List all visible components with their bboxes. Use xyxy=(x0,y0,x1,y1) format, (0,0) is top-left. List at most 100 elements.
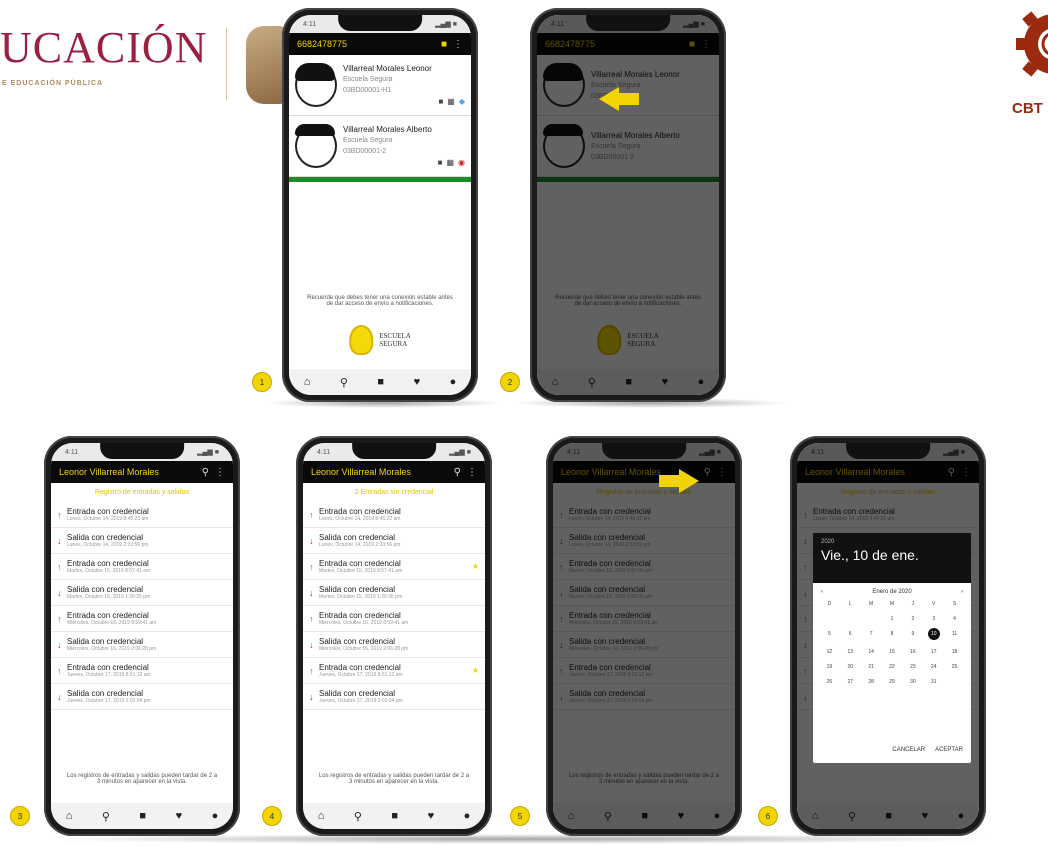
calendar-day[interactable]: 20 xyxy=(840,664,861,670)
record-item[interactable]: ↑ Entrada con credencialMartes, Octubre 1… xyxy=(51,554,233,580)
calendar-day[interactable]: 21 xyxy=(861,664,882,670)
dot-icon[interactable]: ● xyxy=(212,810,219,822)
contact-school: Escuela Segura xyxy=(343,76,393,83)
cbt-logo-text: CBT xyxy=(1012,100,1043,117)
more-icon[interactable]: ⋮ xyxy=(467,467,477,478)
accept-button[interactable]: ACEPTAR xyxy=(935,747,963,753)
record-item[interactable]: ↓ Salida con credencialMartes, Octubre 15… xyxy=(303,580,485,606)
calendar-day[interactable]: 3 xyxy=(923,616,944,622)
calendar-day[interactable]: 16 xyxy=(902,649,923,655)
record-date: Lunes, Octubre 14, 2019 2:33:56 pm xyxy=(67,542,149,548)
home-icon[interactable]: ⌂ xyxy=(318,810,325,822)
calendar-day[interactable]: 11 xyxy=(944,631,965,640)
more-icon[interactable]: ⋮ xyxy=(453,39,463,50)
record-item[interactable]: ↓ Salida con credencialJueves, Octubre 17… xyxy=(303,684,485,710)
record-item[interactable]: ↓ Salida con credencialMartes, Octubre 15… xyxy=(51,580,233,606)
record-item[interactable]: ↑ Entrada con credencialMiércoles, Octubr… xyxy=(303,606,485,632)
calendar-day[interactable]: 31 xyxy=(923,679,944,685)
calendar-day[interactable]: 15 xyxy=(882,649,903,655)
app-icon[interactable]: ■ xyxy=(377,376,384,388)
entry-arrow-icon: ↑ xyxy=(309,613,314,624)
record-label: Salida con credencial xyxy=(67,533,144,542)
entry-arrow-icon: ↑ xyxy=(57,665,62,676)
home-icon[interactable]: ⌂ xyxy=(66,810,73,822)
grid-icon[interactable]: ▦ xyxy=(446,157,454,168)
heart-icon[interactable]: ♥ xyxy=(428,810,435,822)
calendar-day[interactable]: 2 xyxy=(902,616,923,622)
calendar-day[interactable]: 8 xyxy=(882,631,903,640)
record-item[interactable]: ↓ Salida con credencialJueves, Octubre 17… xyxy=(51,684,233,710)
bus-icon[interactable]: ■ xyxy=(438,96,443,107)
app-icon[interactable]: ■ xyxy=(139,810,146,822)
calendar-day[interactable]: 30 xyxy=(902,679,923,685)
search-icon[interactable]: ⚲ xyxy=(202,467,209,478)
record-item[interactable]: ↓ Salida con credencialLunes, Octubre 14,… xyxy=(303,528,485,554)
calendar-grid: D L M M J V S 1 2 3 4 5 6 7 8 9 10 11 12 13 14 15 16 17 18 19 20 21… xyxy=(813,601,971,685)
record-item[interactable]: ↑ Entrada con credencialLunes, Octubre 14… xyxy=(51,502,233,528)
exit-arrow-icon: ↓ xyxy=(309,587,314,598)
record-item[interactable]: ↓ Salida con credencialLunes, Octubre 14,… xyxy=(51,528,233,554)
calendar-day[interactable]: 17 xyxy=(923,649,944,655)
calendar-day[interactable]: 18 xyxy=(944,649,965,655)
date-picker-year[interactable]: 2020 xyxy=(821,539,963,545)
calendar-day[interactable]: 5 xyxy=(819,631,840,640)
contact-item[interactable]: Villarreal Morales Leonor Escuela Segura 0… xyxy=(289,55,471,116)
search-icon[interactable]: ⚲ xyxy=(102,810,110,823)
entry-arrow-icon: ↑ xyxy=(57,561,62,572)
calendar-day[interactable]: 13 xyxy=(840,649,861,655)
contact-item[interactable]: Villarreal Morales Alberto Escuela Segura… xyxy=(289,116,471,177)
record-item[interactable]: ↑ Entrada con credencialMartes, Octubre 1… xyxy=(303,554,485,580)
calendar-day[interactable]: 23 xyxy=(902,664,923,670)
calendar-day[interactable]: 22 xyxy=(882,664,903,670)
calendar-day[interactable]: 29 xyxy=(882,679,903,685)
calendar-day[interactable]: 6 xyxy=(840,631,861,640)
alert-icon[interactable]: ◉ xyxy=(458,157,465,168)
heart-icon[interactable]: ♥ xyxy=(414,376,421,388)
calendar-day[interactable]: 19 xyxy=(819,664,840,670)
bus-icon[interactable]: ■ xyxy=(438,157,443,168)
avatar-girl-icon xyxy=(295,63,337,107)
calendar-day[interactable]: 9 xyxy=(902,631,923,640)
next-month-icon[interactable]: › xyxy=(961,589,963,595)
record-item[interactable]: ↑ Entrada con credencialJueves, Octubre 1… xyxy=(51,658,233,684)
calendar-day[interactable]: 28 xyxy=(861,679,882,685)
search-icon[interactable]: ⚲ xyxy=(340,376,348,389)
calendar-day[interactable]: 24 xyxy=(923,664,944,670)
record-label: Entrada con credencial xyxy=(319,611,401,620)
record-item[interactable]: ↑ Entrada con credencialMiércoles, Octubr… xyxy=(51,606,233,632)
record-item[interactable]: ↓ Salida con credencialMiércoles, Octubre… xyxy=(303,632,485,658)
search-icon[interactable]: ⚲ xyxy=(354,810,362,823)
calendar-day[interactable]: 10 xyxy=(923,628,944,640)
app-icon[interactable]: ■ xyxy=(391,810,398,822)
dot-icon[interactable]: ● xyxy=(450,376,457,388)
calendar-day[interactable]: 14 xyxy=(861,649,882,655)
calendar-day[interactable]: 26 xyxy=(819,679,840,685)
record-item[interactable]: ↑ Entrada con credencialLunes, Octubre 14… xyxy=(303,502,485,528)
app-bar-title: Leonor Villarreal Morales xyxy=(311,467,411,477)
calendar-day-number: 8 xyxy=(890,631,894,637)
search-icon[interactable]: ⚲ xyxy=(454,467,461,478)
calendar-day[interactable]: 7 xyxy=(861,631,882,640)
record-item[interactable]: ↓ Salida con credencialMiércoles, Octubre… xyxy=(51,632,233,658)
calendar-day[interactable]: 25 xyxy=(944,664,965,670)
prev-month-icon[interactable]: ‹ xyxy=(821,589,823,595)
mail-icon[interactable]: ■ xyxy=(441,39,447,50)
more-icon[interactable]: ⋮ xyxy=(215,467,225,478)
record-item[interactable]: ↑ Entrada con credencialJueves, Octubre 1… xyxy=(303,658,485,684)
wifi-icon[interactable]: ◆ xyxy=(459,96,465,107)
calendar-day[interactable]: 27 xyxy=(840,679,861,685)
dot-icon[interactable]: ● xyxy=(464,810,471,822)
cancel-button[interactable]: CANCELAR xyxy=(892,747,925,753)
calendar-day-number: 24 xyxy=(930,664,937,670)
notch xyxy=(846,443,930,459)
calendar-day-number: 30 xyxy=(910,679,916,685)
grid-icon[interactable]: ▦ xyxy=(447,96,455,107)
status-indicators: ▂▄▆ ■ xyxy=(449,449,471,456)
calendar-day xyxy=(861,616,882,622)
heart-icon[interactable]: ♥ xyxy=(176,810,183,822)
calendar-day[interactable]: 1 xyxy=(882,616,903,622)
home-icon[interactable]: ⌂ xyxy=(304,376,311,388)
phone-5: 4:11▂▄▆ ■ Leonor Villarreal Morales⚲⋮ Re… xyxy=(546,436,742,836)
calendar-day[interactable]: 4 xyxy=(944,616,965,622)
calendar-day[interactable]: 12 xyxy=(819,649,840,655)
